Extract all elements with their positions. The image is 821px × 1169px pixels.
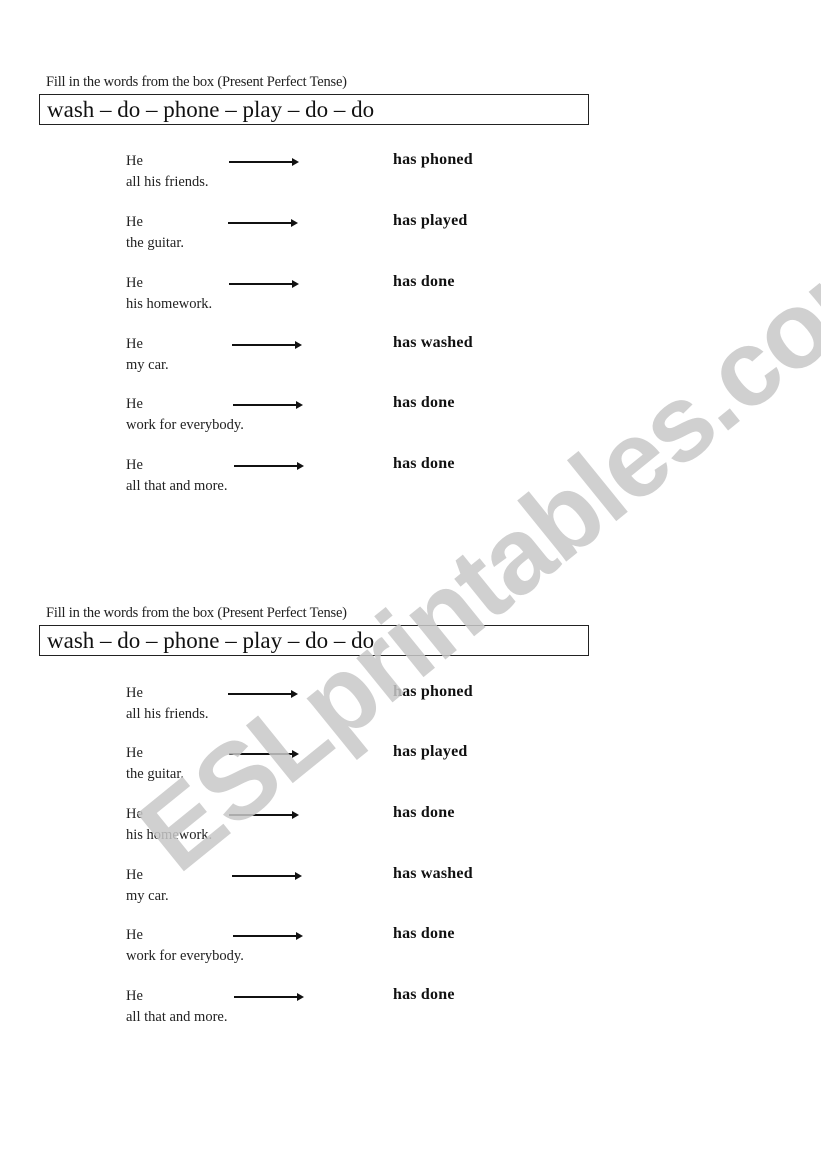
word-box: wash – do – phone – play – do – do [39,625,589,656]
arrow-icon [228,690,298,698]
exercise-item: He has done work for everybody. [0,394,821,440]
exercise-item: He has phoned all his friends. [0,151,821,197]
exercise-item: He has done all that and more. [0,455,821,501]
answer-text: has done [393,986,455,1003]
continuation-text: the guitar. [126,766,184,782]
arrow-icon [228,219,298,227]
instruction-text: Fill in the words from the box (Present … [46,605,347,621]
arrow-icon [233,932,303,940]
arrow-icon [229,750,299,758]
subject-text: He [126,685,143,701]
continuation-text: work for everybody. [126,948,244,964]
subject-text: He [126,214,143,230]
continuation-text: the guitar. [126,235,184,251]
exercise-item: He has done work for everybody. [0,925,821,971]
answer-text: has done [393,455,455,472]
answer-text: has phoned [393,683,473,700]
arrow-icon [234,993,304,1001]
exercise-item: He has washed my car. [0,334,821,380]
exercise-item: He has phoned all his friends. [0,683,821,729]
exercise-item: He has done his homework. [0,273,821,319]
subject-text: He [126,153,143,169]
answer-text: has played [393,743,468,760]
answer-text: has done [393,273,455,290]
answer-text: has done [393,925,455,942]
word-box: wash – do – phone – play – do – do [39,94,589,125]
answer-text: has phoned [393,151,473,168]
subject-text: He [126,396,143,412]
arrow-icon [232,872,302,880]
exercise-item: He has played the guitar. [0,743,821,789]
exercise-item: He has done his homework. [0,804,821,850]
subject-text: He [126,336,143,352]
instruction-text: Fill in the words from the box (Present … [46,74,347,90]
continuation-text: all that and more. [126,1009,228,1025]
subject-text: He [126,457,143,473]
continuation-text: all that and more. [126,478,228,494]
subject-text: He [126,745,143,761]
continuation-text: his homework. [126,827,213,843]
arrow-icon [233,401,303,409]
answer-text: has played [393,212,468,229]
continuation-text: all his friends. [126,706,209,722]
arrow-icon [232,341,302,349]
continuation-text: work for everybody. [126,417,244,433]
arrow-icon [229,158,299,166]
arrow-icon [234,462,304,470]
subject-text: He [126,275,143,291]
subject-text: He [126,806,143,822]
continuation-text: my car. [126,888,169,904]
continuation-text: all his friends. [126,174,209,190]
answer-text: has washed [393,334,473,351]
subject-text: He [126,927,143,943]
exercise-item: He has played the guitar. [0,212,821,258]
answer-text: has washed [393,865,473,882]
exercise-item: He has washed my car. [0,865,821,911]
exercise-item: He has done all that and more. [0,986,821,1032]
continuation-text: his homework. [126,296,213,312]
subject-text: He [126,867,143,883]
arrow-icon [229,280,299,288]
arrow-icon [229,811,299,819]
subject-text: He [126,988,143,1004]
answer-text: has done [393,394,455,411]
continuation-text: my car. [126,357,169,373]
answer-text: has done [393,804,455,821]
